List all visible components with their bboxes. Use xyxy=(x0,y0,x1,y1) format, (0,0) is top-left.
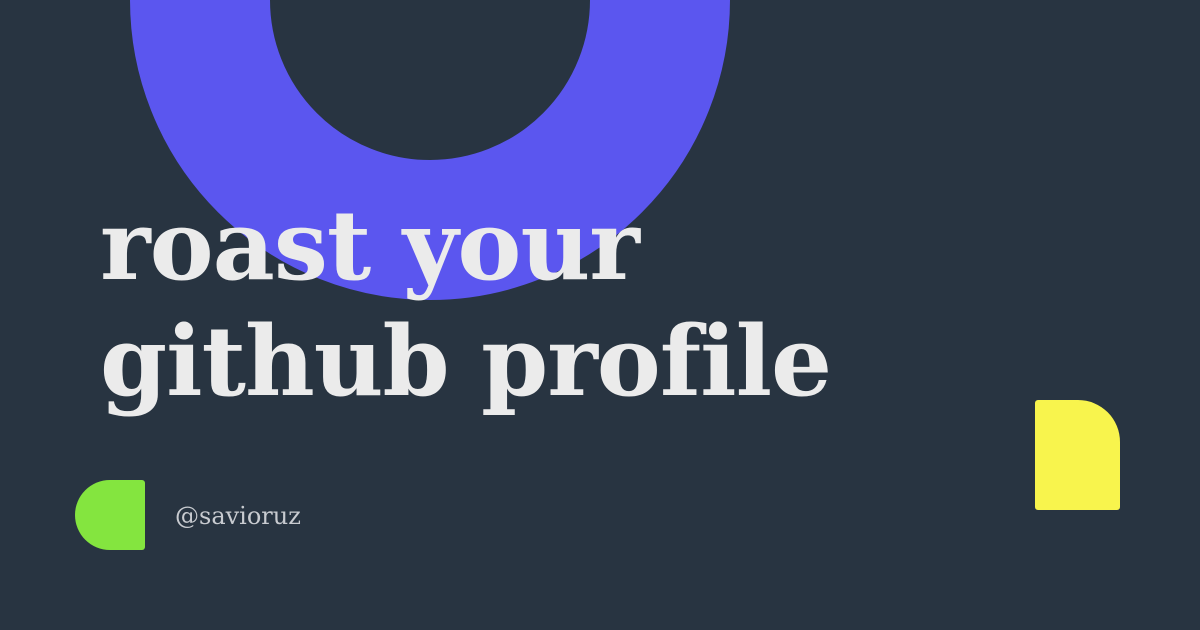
headline-line-1: roast your xyxy=(100,189,640,302)
banner-canvas: roast your github profile @savioruz xyxy=(0,0,1200,630)
headline: roast your github profile xyxy=(100,188,832,420)
author-handle: @savioruz xyxy=(175,502,301,530)
green-shape-decoration xyxy=(75,480,145,550)
headline-line-2: github profile xyxy=(100,305,832,418)
yellow-shape-decoration xyxy=(1035,400,1120,510)
